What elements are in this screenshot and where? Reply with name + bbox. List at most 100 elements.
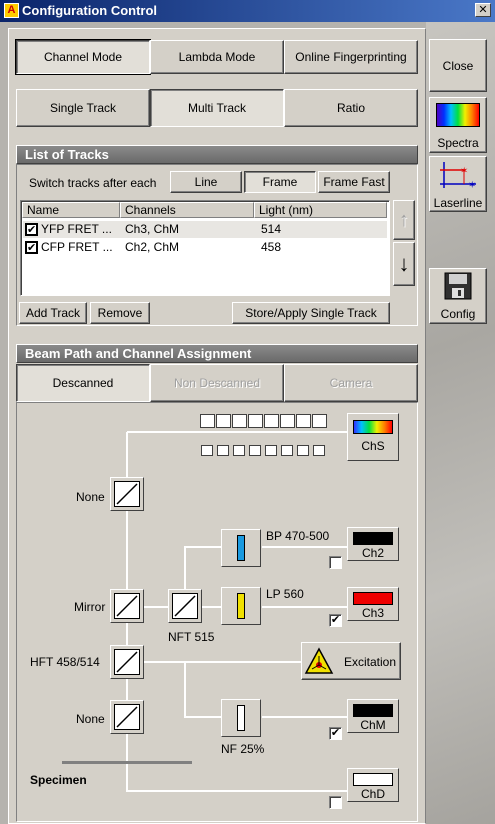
- mirror-mirror-label: Mirror: [74, 600, 106, 614]
- ch3-label: Ch3: [361, 606, 384, 620]
- track-tab-multi[interactable]: Multi Track: [150, 89, 284, 127]
- beam-line: [262, 546, 348, 548]
- title-bar: A Configuration Control ✕: [0, 0, 495, 22]
- beam-tab-descanned[interactable]: Descanned: [16, 364, 150, 402]
- add-track-button[interactable]: Add Track: [19, 302, 87, 324]
- beam-line: [127, 431, 347, 433]
- mirror-top-label: None: [76, 490, 105, 504]
- chd-button[interactable]: ChD: [347, 768, 399, 802]
- remove-track-button[interactable]: Remove: [90, 302, 150, 324]
- lp-filter-button[interactable]: [221, 587, 261, 625]
- excitation-button[interactable]: Excitation: [301, 642, 401, 680]
- track-checkbox[interactable]: ✔: [25, 223, 38, 236]
- spectra-button[interactable]: Spectra: [429, 97, 487, 153]
- channel-checkbox-square[interactable]: [217, 445, 229, 456]
- track-checkbox[interactable]: ✔: [25, 241, 38, 254]
- ch3-checkbox[interactable]: ✔: [329, 614, 342, 627]
- app-icon: A: [4, 3, 19, 18]
- move-track-up-button[interactable]: ↑: [393, 200, 415, 240]
- ch2-checkbox[interactable]: [329, 556, 342, 569]
- channel-checkbox-square[interactable]: [249, 445, 261, 456]
- yellow-filter-icon: [237, 593, 245, 619]
- ch2-label: Ch2: [361, 546, 384, 560]
- excitation-label: Excitation: [344, 655, 397, 669]
- laser-warning-icon: [304, 647, 334, 674]
- mirror-main-button[interactable]: [110, 589, 144, 623]
- pinhole-square[interactable]: [200, 414, 215, 428]
- config-label: Config: [440, 307, 476, 321]
- blue-filter-icon: [237, 535, 245, 561]
- pinhole-square[interactable]: [312, 414, 327, 428]
- mirror-top-button[interactable]: [110, 477, 144, 511]
- lp-filter-label: LP 560: [266, 587, 304, 601]
- switch-frame-button[interactable]: Frame: [244, 171, 316, 193]
- ch3-button[interactable]: Ch3: [347, 587, 399, 621]
- close-window-button[interactable]: ✕: [475, 3, 491, 17]
- specimen-label: Specimen: [30, 773, 87, 787]
- track-name: CFP FRET ...: [41, 240, 113, 254]
- nf-filter-button[interactable]: [221, 699, 261, 737]
- switch-line-button[interactable]: Line: [170, 171, 242, 193]
- close-button[interactable]: Close: [429, 39, 487, 92]
- beam-line: [143, 661, 301, 663]
- laserline-axes-icon: ✶ ✶: [440, 162, 476, 191]
- pinhole-square[interactable]: [232, 414, 247, 428]
- ch2-color-swatch: [353, 532, 393, 545]
- track-tab-ratio[interactable]: Ratio: [284, 89, 418, 127]
- channel-checkbox-square[interactable]: [201, 445, 213, 456]
- mirror-bottom-button[interactable]: [110, 700, 144, 734]
- pinhole-square[interactable]: [216, 414, 231, 428]
- config-button[interactable]: Config: [429, 268, 487, 324]
- pinhole-square[interactable]: [264, 414, 279, 428]
- nf-filter-label: NF 25%: [221, 742, 265, 756]
- diagonal-mirror-icon: [116, 706, 138, 728]
- chd-color-swatch: [353, 773, 393, 786]
- store-apply-track-button[interactable]: Store/Apply Single Track: [232, 302, 390, 324]
- channel-checkbox-square[interactable]: [313, 445, 325, 456]
- mode-tab-channel[interactable]: Channel Mode: [15, 39, 151, 75]
- column-header-light[interactable]: Light (nm): [254, 202, 387, 218]
- channel-checkbox-square[interactable]: [297, 445, 309, 456]
- tracks-list[interactable]: Name Channels Light (nm) ✔ YFP FRET ... …: [20, 200, 390, 296]
- spectrum-icon: [436, 103, 480, 127]
- track-light: 514: [261, 222, 282, 236]
- hft-mirror-button[interactable]: [110, 645, 144, 679]
- beam-tab-non-descanned[interactable]: Non Descanned: [150, 364, 284, 402]
- svg-text:✶: ✶: [468, 180, 476, 191]
- column-header-name[interactable]: Name: [22, 202, 120, 218]
- mode-tab-online-fingerprinting[interactable]: Online Fingerprinting: [284, 40, 418, 74]
- pinhole-square[interactable]: [296, 414, 311, 428]
- chs-button[interactable]: ChS: [347, 413, 399, 461]
- column-header-channels[interactable]: Channels: [120, 202, 254, 218]
- bp-filter-button[interactable]: [221, 529, 261, 567]
- track-channels: Ch2, ChM: [125, 240, 180, 254]
- pinhole-square[interactable]: [280, 414, 295, 428]
- beam-tab-camera[interactable]: Camera: [284, 364, 418, 402]
- laserline-label: Laserline: [433, 196, 483, 210]
- neutral-filter-icon: [237, 705, 245, 731]
- hft-label: HFT 458/514: [30, 655, 100, 669]
- mode-tab-lambda[interactable]: Lambda Mode: [150, 40, 284, 74]
- spectra-label: Spectra: [437, 136, 479, 150]
- nft-mirror-button[interactable]: [168, 589, 202, 623]
- channel-checkbox-square[interactable]: [265, 445, 277, 456]
- ch2-button[interactable]: Ch2: [347, 527, 399, 561]
- pinhole-square[interactable]: [248, 414, 263, 428]
- spectrum-icon: [353, 420, 393, 434]
- laserline-button[interactable]: ✶ ✶ Laserline: [429, 156, 487, 212]
- move-track-down-button[interactable]: ↓: [393, 242, 415, 286]
- beam-line: [127, 790, 347, 792]
- bp-filter-label: BP 470-500: [266, 529, 330, 543]
- channel-checkbox-square[interactable]: [233, 445, 245, 456]
- track-row[interactable]: ✔ YFP FRET ... Ch3, ChM 514: [23, 221, 387, 238]
- track-light: 458: [261, 240, 282, 254]
- chm-button[interactable]: ChM: [347, 699, 399, 733]
- track-row[interactable]: ✔ CFP FRET ... Ch2, ChM 458: [23, 239, 387, 256]
- chd-checkbox[interactable]: [329, 796, 342, 809]
- track-tab-single[interactable]: Single Track: [16, 89, 150, 127]
- channel-checkbox-square[interactable]: [281, 445, 293, 456]
- chm-checkbox[interactable]: ✔: [329, 727, 342, 740]
- switch-frame-fast-button[interactable]: Frame Fast: [318, 171, 390, 193]
- nft-label: NFT 515: [168, 630, 215, 644]
- window-title: Configuration Control: [22, 3, 158, 18]
